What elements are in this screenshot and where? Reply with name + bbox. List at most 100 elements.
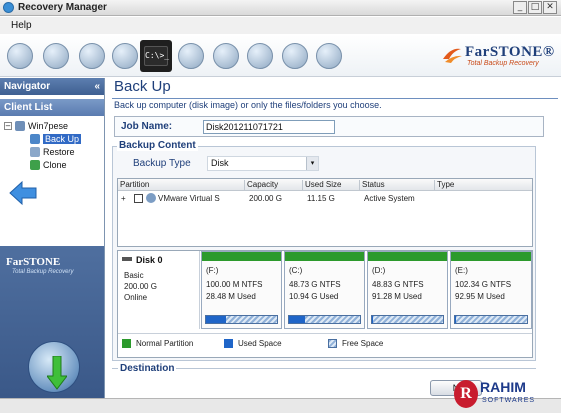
backup-icon xyxy=(30,134,40,144)
partition-block[interactable]: (F:) 100.00 M NTFS 28.48 M Used xyxy=(201,251,282,329)
legend-used-label: Used Space xyxy=(238,339,282,348)
navigator-header: Navigator « xyxy=(0,78,104,95)
disk-status: Online xyxy=(124,293,148,302)
used-space-fill xyxy=(289,316,305,323)
partition-size: 102.34 G NTFS xyxy=(455,280,512,289)
column-header-partition[interactable]: Partition xyxy=(118,180,149,191)
add-icon[interactable] xyxy=(4,40,36,72)
column-header-type[interactable]: Type xyxy=(434,180,454,191)
legend-free-label: Free Space xyxy=(342,339,384,348)
partition-usage-bar xyxy=(205,315,278,324)
table-row[interactable]: + VMware Virtual S 200.00 G 11.15 G Acti… xyxy=(118,193,532,205)
disk-icon xyxy=(122,257,132,261)
farstone-mark-icon xyxy=(443,48,462,63)
disk-legend: Normal Partition Used Space Free Space xyxy=(118,333,532,353)
navigator-brand-panel: FarSTONE Total Backup Recovery xyxy=(0,246,104,398)
partition-letter: (F:) xyxy=(206,266,219,275)
backup-globe-icon[interactable] xyxy=(40,40,72,72)
network-icon[interactable] xyxy=(76,40,108,72)
partition-block[interactable]: (D:) 48.83 G NTFS 91.28 M Used xyxy=(367,251,448,329)
tree-item-label: Clone xyxy=(43,160,67,170)
navigator-title: Navigator xyxy=(4,81,51,92)
tree-root-label: Win7pese xyxy=(28,121,69,131)
page-title: Back Up xyxy=(114,78,171,95)
backup-type-value: Disk xyxy=(211,158,229,168)
brand-name: FarSTONE xyxy=(6,256,61,268)
disk-map: Disk 0 Basic 200.00 G Online (F:) 100.00… xyxy=(117,250,533,358)
console-icon[interactable]: C:\>_ xyxy=(140,40,172,72)
search-icon[interactable] xyxy=(109,40,141,72)
page-description: Back up computer (disk image) or only th… xyxy=(114,100,382,110)
free-space-swatch xyxy=(328,339,337,348)
table-header: Partition Capacity Used Size Status Type xyxy=(118,179,532,191)
partition-type-bar xyxy=(368,252,447,261)
partition-used: 10.94 G Used xyxy=(289,292,339,301)
logo-name: FarSTONE® xyxy=(465,44,555,60)
partition-used: 92.95 M Used xyxy=(455,292,505,301)
disk-icon[interactable] xyxy=(244,40,276,72)
tree-item-clone[interactable]: Clone xyxy=(30,160,67,170)
chevron-down-icon[interactable]: ▾ xyxy=(306,157,318,170)
partition-usage-bar xyxy=(371,315,444,324)
backup-type-select[interactable]: Disk ▾ xyxy=(207,156,319,171)
hard-drive-icon xyxy=(146,193,156,203)
title-divider xyxy=(112,98,558,99)
maximize-button[interactable]: □ xyxy=(528,1,542,14)
partition-status: Active System xyxy=(364,194,415,203)
disk-size: 200.00 G xyxy=(124,282,157,291)
collapse-icon[interactable]: « xyxy=(94,78,100,95)
console-icon-text: C:\>_ xyxy=(144,46,169,66)
eraser-icon[interactable] xyxy=(175,40,207,72)
restore-icon xyxy=(30,147,40,157)
used-space-swatch xyxy=(224,339,233,348)
column-header-used-size[interactable]: Used Size xyxy=(302,180,341,191)
row-expander-icon[interactable]: + xyxy=(121,194,126,203)
partition-usage-bar xyxy=(454,315,528,324)
partition-letter: (E:) xyxy=(455,266,468,275)
computer-icon xyxy=(15,121,25,131)
partition-usage-bar xyxy=(288,315,361,324)
backup-content-title: Backup Content xyxy=(117,140,198,151)
partition-block[interactable]: (E:) 102.34 G NTFS 92.95 M Used xyxy=(450,251,532,329)
partition-block[interactable]: (C:) 48.73 G NTFS 10.94 G Used xyxy=(284,251,365,329)
logo-tagline: Total Backup Recovery xyxy=(467,60,539,67)
tree-item-back-up[interactable]: Back Up xyxy=(30,134,82,144)
partition-size: 100.00 M NTFS xyxy=(206,280,263,289)
watermark-line2: SOFTWARES xyxy=(482,397,536,404)
used-space-fill xyxy=(455,316,457,323)
partition-table: Partition Capacity Used Size Status Type… xyxy=(117,178,533,247)
tree-expander-icon[interactable]: − xyxy=(4,122,12,130)
client-list-header: Client List xyxy=(0,99,104,116)
partition-checkbox[interactable] xyxy=(134,194,143,203)
download-arrow-icon xyxy=(47,356,67,390)
job-name-row: Job Name: Disk201211071721 xyxy=(114,116,544,137)
brand-tagline: Total Backup Recovery xyxy=(12,269,74,275)
farstone-logo: FarSTONE® Total Backup Recovery xyxy=(441,42,555,70)
back-arrow-icon[interactable] xyxy=(8,180,38,206)
navigator-panel: Navigator « Client List − Win7pese Back … xyxy=(0,78,105,398)
partition-type-bar xyxy=(202,252,281,261)
tree-item-restore[interactable]: Restore xyxy=(30,147,75,157)
job-name-input[interactable]: Disk201211071721 xyxy=(203,120,335,134)
partition-type-bar xyxy=(285,252,364,261)
title-bar: Recovery Manager _ □ ✕ xyxy=(0,0,561,16)
partition-type-bar xyxy=(451,252,531,261)
clone-icon xyxy=(30,160,40,170)
partition-used: 28.48 M Used xyxy=(206,292,256,301)
app-icon xyxy=(3,2,14,13)
partition-used-size: 11.15 G xyxy=(307,194,335,203)
close-button[interactable]: ✕ xyxy=(543,1,557,14)
tree-item-label: Back Up xyxy=(43,134,82,144)
tools-icon[interactable] xyxy=(313,40,345,72)
column-header-capacity[interactable]: Capacity xyxy=(244,180,278,191)
minimize-button[interactable]: _ xyxy=(513,1,527,14)
partition-capacity: 200.00 G xyxy=(249,194,282,203)
normal-partition-swatch xyxy=(122,339,131,348)
window-title: Recovery Manager xyxy=(18,2,107,13)
menu-help[interactable]: Help xyxy=(11,20,32,31)
partition-name: VMware Virtual S xyxy=(158,194,220,203)
settings-gears-icon[interactable] xyxy=(279,40,311,72)
document-icon[interactable] xyxy=(210,40,242,72)
column-header-status[interactable]: Status xyxy=(359,180,385,191)
tree-root-win7pese[interactable]: − Win7pese xyxy=(4,121,68,131)
